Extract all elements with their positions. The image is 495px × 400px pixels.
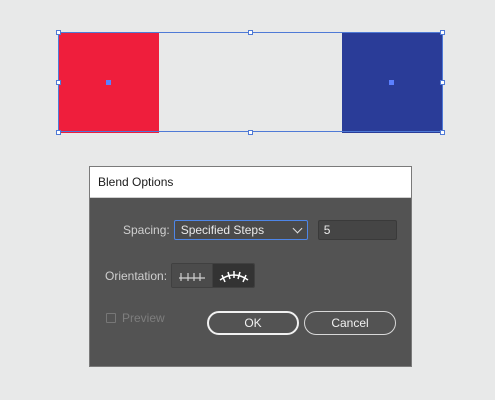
blend-options-dialog: Blend Options Spacing: Specified Steps 5… bbox=[89, 166, 412, 367]
preview-checkbox[interactable] bbox=[106, 313, 116, 323]
spacing-label: Spacing: bbox=[123, 223, 170, 237]
align-to-page-icon bbox=[179, 272, 206, 281]
selection-handle-middle-right[interactable] bbox=[440, 80, 445, 85]
align-to-path-button[interactable] bbox=[213, 264, 255, 287]
ok-button[interactable]: OK bbox=[207, 311, 299, 335]
steps-value: 5 bbox=[323, 223, 331, 237]
align-to-page-button[interactable] bbox=[172, 264, 214, 287]
selection-handle-top-right[interactable] bbox=[440, 30, 445, 35]
chevron-down-icon bbox=[292, 223, 303, 233]
selection-handle-middle-left[interactable] bbox=[56, 80, 61, 85]
spacing-selected-value: Specified Steps bbox=[180, 223, 265, 237]
selection-handle-bottom-right[interactable] bbox=[440, 130, 445, 135]
selection-handle-bottom-middle[interactable] bbox=[248, 130, 253, 135]
selection-bounding-box bbox=[58, 32, 443, 132]
spacing-select[interactable]: Specified Steps bbox=[173, 220, 308, 240]
orientation-label: Orientation: bbox=[105, 268, 168, 283]
preview-label: Preview bbox=[122, 311, 165, 325]
dialog-title: Blend Options bbox=[98, 175, 174, 189]
cancel-button[interactable]: Cancel bbox=[304, 311, 396, 335]
spacing-row: Spacing: Specified Steps 5 bbox=[123, 220, 397, 240]
selection-handle-bottom-left[interactable] bbox=[56, 130, 61, 135]
bottom-row: Preview OK Cancel bbox=[106, 311, 398, 335]
artboard-canvas[interactable] bbox=[0, 0, 495, 160]
orientation-toggle-group bbox=[171, 263, 256, 288]
steps-input[interactable]: 5 bbox=[317, 220, 397, 240]
selection-handle-top-middle[interactable] bbox=[248, 30, 253, 35]
align-to-path-icon bbox=[219, 270, 248, 282]
selection-handle-top-left[interactable] bbox=[56, 30, 61, 35]
orientation-row: Orientation: bbox=[105, 263, 256, 288]
dialog-titlebar[interactable]: Blend Options bbox=[90, 167, 411, 198]
